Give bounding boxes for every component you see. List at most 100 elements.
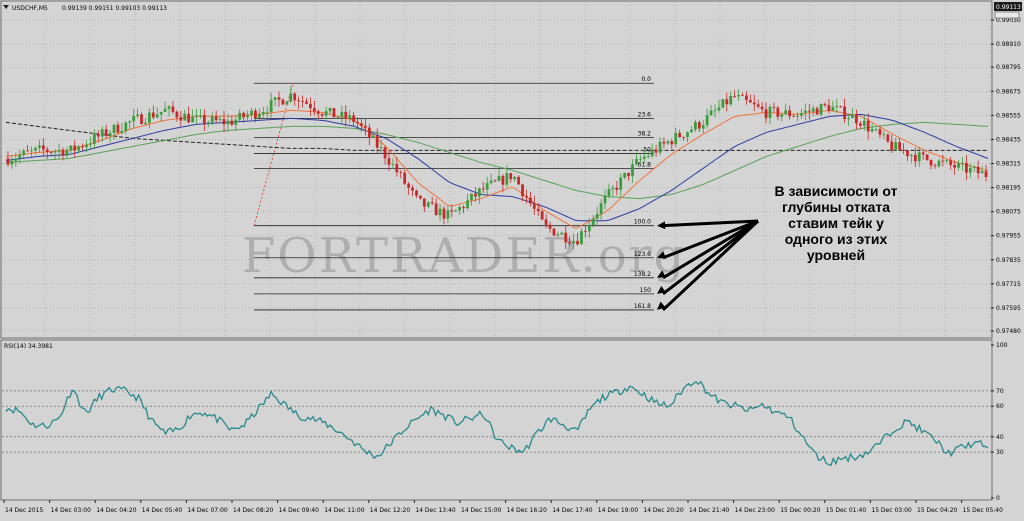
candle-body xyxy=(929,159,933,166)
price-tick-label: 0.98910 xyxy=(996,41,1021,48)
candle-body xyxy=(167,106,171,109)
candle-body xyxy=(485,183,489,190)
candle-body xyxy=(230,120,234,125)
candle-body xyxy=(53,151,57,153)
candle-body xyxy=(650,149,654,156)
candle-body xyxy=(324,111,328,116)
candle-body xyxy=(128,121,132,123)
candle-body xyxy=(965,162,968,173)
candle-body xyxy=(426,202,430,207)
candle-body xyxy=(344,111,348,119)
candle-body xyxy=(234,119,238,125)
candle-body xyxy=(686,132,689,138)
candle-body xyxy=(866,120,870,132)
rsi-tick-label: 60 xyxy=(996,403,1004,410)
price-tick-label: 0.97480 xyxy=(996,328,1021,335)
price-tick-label: 0.98435 xyxy=(996,136,1021,143)
candle-body xyxy=(415,190,418,196)
candle-body xyxy=(827,105,831,111)
candle-body xyxy=(30,150,33,152)
candle-body xyxy=(529,197,532,204)
candle-body xyxy=(242,112,246,118)
candle-body xyxy=(159,111,163,115)
candle-body xyxy=(489,180,493,184)
candle-body xyxy=(623,172,627,178)
candle-body xyxy=(320,113,324,116)
candle-body xyxy=(305,101,308,104)
candle-body xyxy=(69,145,73,151)
candle-body xyxy=(340,111,344,118)
annotation-line: глубины отката xyxy=(782,199,890,215)
candle-body xyxy=(913,154,917,162)
candle-body xyxy=(910,154,913,157)
candle-body xyxy=(458,207,462,211)
candle-body xyxy=(120,130,124,133)
candle-body xyxy=(521,184,524,197)
shift-button[interactable] xyxy=(994,11,1020,19)
fib-level-label: 161.8 xyxy=(634,303,651,310)
candle-body xyxy=(481,188,485,190)
candle-body xyxy=(147,112,151,123)
candle-body xyxy=(611,187,615,190)
candle-body xyxy=(697,122,701,129)
annotation-line: В зависимости от xyxy=(775,183,898,199)
candle-body xyxy=(737,95,740,97)
candle-body xyxy=(882,134,886,136)
time-tick-label: 14 Dec 20:20 xyxy=(643,507,684,514)
candle-body xyxy=(254,110,257,118)
candle-body xyxy=(898,142,901,150)
candle-body xyxy=(419,195,422,199)
candle-body xyxy=(289,93,293,102)
candle-body xyxy=(214,116,218,121)
price-tick-label: 0.98555 xyxy=(996,112,1021,119)
candle-body xyxy=(807,110,811,112)
candle-body xyxy=(108,133,112,136)
candle-body xyxy=(980,171,984,174)
rsi-axis: 100 70 60 40 30 0 xyxy=(991,342,1008,502)
candle-body xyxy=(513,176,517,180)
candle-body xyxy=(151,112,155,118)
candle-body xyxy=(976,166,980,174)
candle-body xyxy=(937,160,941,167)
annotation-line: ставим тейк у xyxy=(788,215,884,231)
candle-body xyxy=(917,152,921,162)
candle-body xyxy=(945,160,949,161)
candle-body xyxy=(6,158,10,165)
candle-body xyxy=(175,111,179,118)
time-tick-label: 14 Dec 23:00 xyxy=(735,507,776,514)
ohlc-label: 0.99139 0.99151 0.99103 0.99113 xyxy=(62,5,167,12)
time-tick-label: 15 Dec 05:40 xyxy=(963,507,1004,514)
candle-body xyxy=(631,164,634,177)
candle-body xyxy=(411,187,414,191)
candle-body xyxy=(819,104,823,115)
candle-body xyxy=(552,228,556,236)
candle-body xyxy=(619,177,623,190)
time-tick-label: 14 Dec 09:40 xyxy=(279,507,320,514)
time-tick-label: 14 Dec 12:20 xyxy=(370,507,411,514)
candle-body xyxy=(501,176,505,185)
candle-body xyxy=(941,160,945,162)
candle-body xyxy=(26,150,29,152)
candle-body xyxy=(124,122,128,131)
candle-body xyxy=(81,146,84,148)
rsi-tick-label: 70 xyxy=(996,388,1004,395)
candle-body xyxy=(246,114,249,118)
candle-body xyxy=(525,196,528,198)
candle-body xyxy=(297,100,301,102)
symbol-label: USDCHF,M5 xyxy=(12,5,48,12)
candle-body xyxy=(961,162,964,164)
candle-body xyxy=(705,115,709,126)
candle-body xyxy=(878,129,882,135)
candle-body xyxy=(642,156,646,159)
candle-body xyxy=(285,101,289,105)
candle-body xyxy=(847,118,850,120)
candle-body xyxy=(112,124,116,134)
time-tick-label: 15 Dec 01:40 xyxy=(826,507,867,514)
candle-body xyxy=(972,166,976,168)
candle-body xyxy=(163,108,167,112)
candle-body xyxy=(100,129,104,137)
candle-body xyxy=(678,132,682,138)
candle-body xyxy=(57,149,61,152)
rsi-label: RSI(14) 34.3981 xyxy=(4,343,53,350)
candle-body xyxy=(450,210,454,212)
